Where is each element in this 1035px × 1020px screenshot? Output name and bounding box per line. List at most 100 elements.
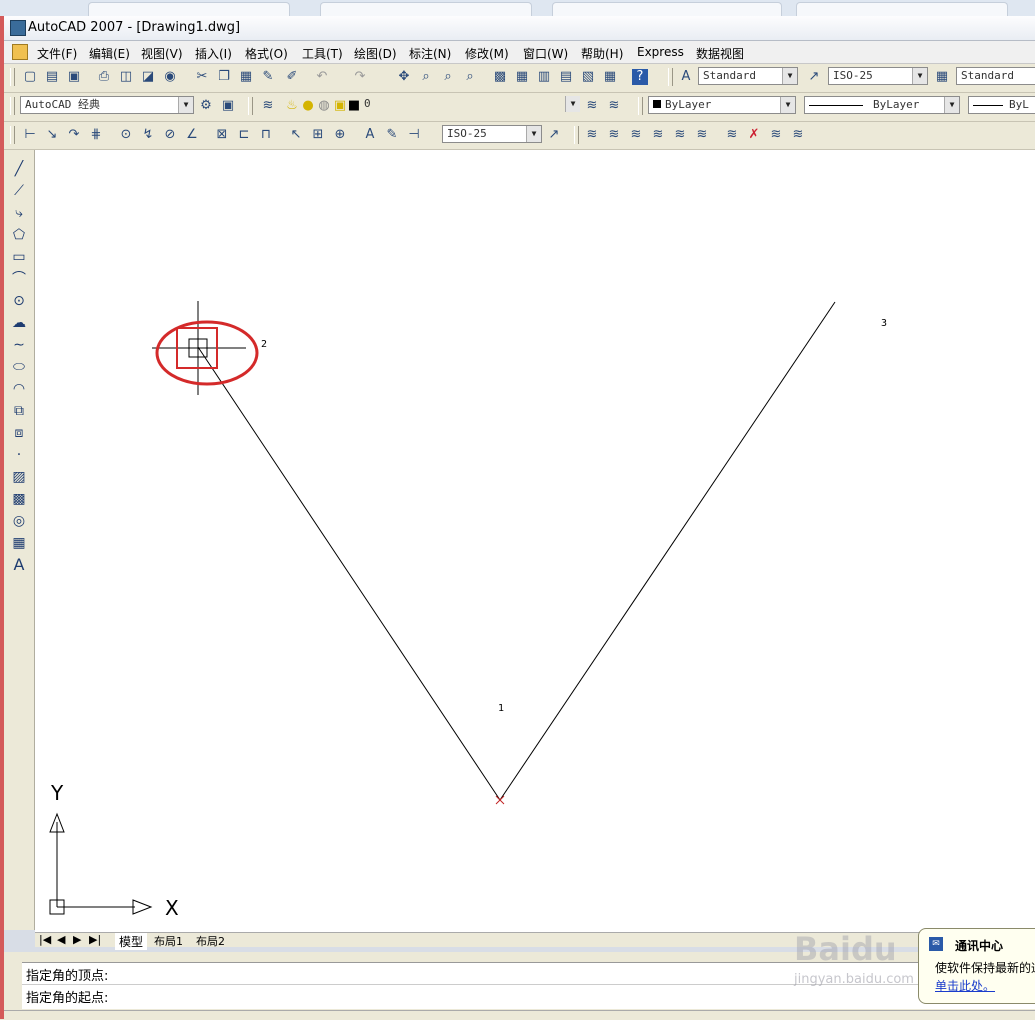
browser-tab[interactable] bbox=[796, 2, 1008, 16]
radius-dim-icon[interactable]: ⊙ bbox=[118, 127, 134, 143]
menu-insert[interactable]: 插入(I) bbox=[195, 45, 232, 62]
first-tab-icon[interactable]: |◀ bbox=[39, 933, 51, 946]
region-icon[interactable]: ◎ bbox=[10, 512, 28, 530]
linear-dim-icon[interactable]: ⊢ bbox=[22, 127, 38, 143]
layer-change-icon[interactable]: ≋ bbox=[628, 127, 644, 143]
toolbar-grip[interactable] bbox=[10, 68, 15, 86]
lock-icon[interactable]: ◍ bbox=[316, 98, 332, 114]
match-properties-icon[interactable]: ✎ bbox=[260, 69, 276, 85]
menu-view[interactable]: 视图(V) bbox=[141, 45, 183, 62]
zoom-realtime-icon[interactable]: ⌕ bbox=[418, 69, 434, 85]
layer-merge-icon[interactable]: ≋ bbox=[768, 127, 784, 143]
arc-length-icon[interactable]: ↷ bbox=[66, 127, 82, 143]
arc-icon[interactable]: ⌒ bbox=[10, 270, 28, 288]
insert-block-icon[interactable]: ⧉ bbox=[10, 402, 28, 420]
menu-window[interactable]: 窗口(W) bbox=[523, 45, 568, 62]
polyline-icon[interactable]: ⤷ bbox=[10, 204, 28, 222]
make-block-icon[interactable]: ⧈ bbox=[10, 424, 28, 442]
menu-draw[interactable]: 绘图(D) bbox=[354, 45, 397, 62]
open-icon[interactable]: ▤ bbox=[44, 69, 60, 85]
tool-palettes-icon[interactable]: ▥ bbox=[536, 69, 552, 85]
save-icon[interactable]: ▣ bbox=[66, 69, 82, 85]
ellipse-icon[interactable]: ⬭ bbox=[10, 358, 28, 376]
layer-previous-icon[interactable]: ≋ bbox=[606, 98, 622, 114]
polygon-icon[interactable]: ⬠ bbox=[10, 226, 28, 244]
help-icon[interactable]: ? bbox=[632, 69, 648, 85]
table-icon[interactable]: ▦ bbox=[10, 534, 28, 552]
dim-style-manager-icon[interactable]: ↗ bbox=[546, 127, 562, 143]
table-style-select[interactable]: Standard bbox=[956, 67, 1035, 85]
point-icon[interactable]: · bbox=[10, 446, 28, 464]
menu-edit[interactable]: 编辑(E) bbox=[89, 45, 130, 62]
redo-icon[interactable]: ↷ bbox=[352, 69, 368, 85]
baseline-dim-icon[interactable]: ⊏ bbox=[236, 127, 252, 143]
toolbar-grip[interactable] bbox=[10, 126, 15, 144]
text-style-icon[interactable]: A bbox=[678, 69, 694, 85]
toolbar-grip[interactable] bbox=[668, 68, 673, 86]
layer-walk-icon[interactable]: ≋ bbox=[584, 127, 600, 143]
browser-tab[interactable] bbox=[552, 2, 782, 16]
browser-tab[interactable] bbox=[88, 2, 290, 16]
toolbar-grip[interactable] bbox=[574, 126, 579, 144]
tab-layout1[interactable]: 布局1 bbox=[151, 933, 186, 949]
revision-cloud-icon[interactable]: ☁ bbox=[10, 314, 28, 332]
undo-icon[interactable]: ↶ bbox=[314, 69, 330, 85]
next-tab-icon[interactable]: ▶ bbox=[73, 933, 81, 946]
toolbar-grip[interactable] bbox=[248, 97, 253, 115]
layer-isolate-icon[interactable]: ≋ bbox=[650, 127, 666, 143]
menu-help[interactable]: 帮助(H) bbox=[581, 45, 623, 62]
layer-manager-icon[interactable]: ≋ bbox=[260, 98, 276, 114]
ellipse-arc-icon[interactable]: ◠ bbox=[10, 380, 28, 398]
layer-off-icon[interactable]: ≋ bbox=[694, 127, 710, 143]
zoom-previous-icon[interactable]: ⌕ bbox=[462, 69, 478, 85]
center-mark-icon[interactable]: ⊕ bbox=[332, 127, 348, 143]
properties-icon[interactable]: ▩ bbox=[492, 69, 508, 85]
quick-dim-icon[interactable]: ⊠ bbox=[214, 127, 230, 143]
construction-line-icon[interactable]: ⟋ bbox=[10, 182, 28, 200]
document-icon[interactable] bbox=[12, 44, 28, 60]
menu-file[interactable]: 文件(F) bbox=[37, 45, 77, 62]
dim-text-edit-icon[interactable]: ✎ bbox=[384, 127, 400, 143]
tab-model[interactable]: 模型 bbox=[115, 933, 148, 950]
cut-icon[interactable]: ✂ bbox=[194, 69, 210, 85]
dim-style-select-2[interactable]: ISO-25 ▼ bbox=[442, 125, 542, 143]
markup-icon[interactable]: ▧ bbox=[580, 69, 596, 85]
zoom-window-icon[interactable]: ⌕ bbox=[440, 69, 456, 85]
tab-layout2[interactable]: 布局2 bbox=[193, 933, 228, 949]
multiline-text-icon[interactable]: A bbox=[10, 556, 28, 574]
color-select[interactable]: ByLayer ▼ bbox=[648, 96, 796, 114]
layer-freeze-icon[interactable]: ≋ bbox=[724, 127, 740, 143]
toolbar-grip[interactable] bbox=[638, 97, 643, 115]
last-tab-icon[interactable]: ▶| bbox=[89, 933, 101, 946]
print-preview-icon[interactable]: ◫ bbox=[118, 69, 134, 85]
spline-icon[interactable]: ∼ bbox=[10, 336, 28, 354]
table-style-icon[interactable]: ▦ bbox=[934, 69, 950, 85]
angular-dim-icon[interactable]: ∠ bbox=[184, 127, 200, 143]
layer-unisolate-icon[interactable]: ≋ bbox=[672, 127, 688, 143]
circle-icon[interactable]: ⊙ bbox=[10, 292, 28, 310]
dim-style-select[interactable]: ISO-25 ▼ bbox=[828, 67, 928, 85]
ordinate-dim-icon[interactable]: ⋕ bbox=[88, 127, 104, 143]
dim-style-icon[interactable]: ↗ bbox=[806, 69, 822, 85]
balloon-link[interactable]: 单击此处。 bbox=[935, 977, 995, 994]
menu-modify[interactable]: 修改(M) bbox=[465, 45, 509, 62]
line-icon[interactable]: ╱ bbox=[10, 160, 28, 178]
design-center-icon[interactable]: ▦ bbox=[514, 69, 530, 85]
sheet-set-icon[interactable]: ▤ bbox=[558, 69, 574, 85]
layer-delete-icon[interactable]: ✗ bbox=[746, 127, 762, 143]
menu-format[interactable]: 格式(O) bbox=[245, 45, 288, 62]
publish-icon[interactable]: ◪ bbox=[140, 69, 156, 85]
gradient-icon[interactable]: ▩ bbox=[10, 490, 28, 508]
dim-update-icon[interactable]: ⊣ bbox=[406, 127, 422, 143]
layer-lock-all-icon[interactable]: ≋ bbox=[790, 127, 806, 143]
block-editor-icon[interactable]: ✐ bbox=[284, 69, 300, 85]
menu-express[interactable]: Express bbox=[637, 45, 684, 59]
drawing-area[interactable]: 2 3 1 Y X bbox=[35, 150, 1035, 932]
sun-icon[interactable]: ● bbox=[300, 98, 316, 114]
new-icon[interactable]: ▢ bbox=[22, 69, 38, 85]
workspace-select[interactable]: AutoCAD 经典 ▼ bbox=[20, 96, 194, 114]
continue-dim-icon[interactable]: ⊓ bbox=[258, 127, 274, 143]
print-icon[interactable]: ⎙ bbox=[96, 69, 112, 85]
aligned-dim-icon[interactable]: ↘ bbox=[44, 127, 60, 143]
linetype-select[interactable]: ByLayer ▼ bbox=[804, 96, 960, 114]
